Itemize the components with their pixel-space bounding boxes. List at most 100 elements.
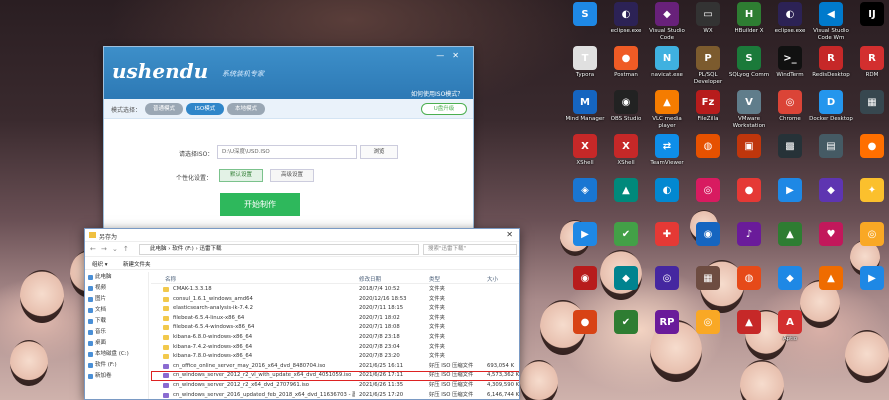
desktop-icon[interactable]: ⇄ TeamViewer [645,134,689,182]
nav-item[interactable]: 新加卷 [85,371,148,382]
desktop-icon[interactable]: A Aptio [768,310,812,358]
desktop-icon[interactable]: ▶ [768,178,812,226]
desktop-icon[interactable]: RP [645,310,689,358]
desktop-icon[interactable]: ✦ [850,178,889,226]
window-controls[interactable]: —✕ [436,51,467,60]
desktop-icon[interactable]: ● [727,178,771,226]
desktop-icon[interactable]: S [563,2,607,50]
desktop-icon[interactable]: ▭ WX [686,2,730,50]
forward-icon[interactable]: → [101,245,107,253]
nav-item[interactable]: 此电脑 [85,272,148,283]
nav-item[interactable]: 本地磁盘 (C:) [85,349,148,360]
desktop-icon[interactable]: ◎ [686,310,730,358]
file-row[interactable]: kibana-7.8.0-windows-x86_64 2020/7/8 23:2… [151,352,519,362]
desktop-icon[interactable]: M Mind Manager [563,90,607,138]
organize-button[interactable]: 组织 ▾ [92,260,108,268]
desktop-icon[interactable]: ◉ OBS Studio [604,90,648,138]
desktop-icon[interactable]: ▣ [727,134,771,182]
back-icon[interactable]: ← [90,245,96,253]
desktop-icon[interactable]: ● [563,310,607,358]
desktop-icon[interactable]: D Docker Desktop [809,90,853,138]
file-row[interactable]: cn_windows_server_2016_updated_feb_2018_… [151,391,519,399]
nav-item[interactable]: 视频 [85,283,148,294]
mode-tab-normal[interactable]: 普通模式 [145,103,183,115]
file-row[interactable]: elasticsearch-analysis-ik-7.4.2 2020/7/11… [151,304,519,314]
advanced-settings-button[interactable]: 高级设置 [270,169,314,182]
file-row[interactable]: filebeat-6.5.4-linux-x86_64 2020/7/1 18:0… [151,314,519,324]
iso-help-link[interactable]: 如何使用ISO模式？ [411,89,463,98]
column-name[interactable]: 名称 [165,275,176,283]
desktop-icon[interactable]: ◉ [563,266,607,314]
desktop-icon[interactable]: ✔ [604,222,648,270]
nav-item[interactable]: 桌面 [85,338,148,349]
desktop-icon[interactable]: ▶ [563,222,607,270]
desktop-icon[interactable]: V VMware Workstation [727,90,771,138]
desktop-icon[interactable]: S SQLyog Comm [727,46,771,94]
desktop-icon[interactable]: H HBuilder X [727,2,771,50]
mode-tab-iso[interactable]: ISO模式 [186,103,224,115]
file-row[interactable]: cn_windows_server_2012_r2_vl_with_update… [151,371,519,381]
desktop-icon[interactable]: ◍ [686,134,730,182]
desktop-icon[interactable]: ▲ [768,222,812,270]
desktop-icon[interactable]: ♥ [809,222,853,270]
nav-item[interactable]: 音乐 [85,327,148,338]
desktop-icon[interactable]: ◐ eclipse.exe [768,2,812,50]
desktop-icon[interactable]: ▲ [727,310,771,358]
file-row[interactable]: filebeat-6.5.4-windows-x86_64 2020/7/1 18… [151,323,519,333]
desktop-icon[interactable]: ✚ [645,222,689,270]
file-row[interactable]: kibana-7.4.2-windows-x86_64 2020/7/8 23:0… [151,343,519,353]
recent-icon[interactable]: ⌄ [112,245,118,253]
desktop-icon[interactable]: ◐ [645,178,689,226]
desktop-icon[interactable]: ◉ [686,222,730,270]
desktop-icon[interactable]: ▩ [768,134,812,182]
desktop-icon[interactable]: ◐ eclipse.exe [604,2,648,50]
desktop-icon[interactable]: ◎ [850,222,889,270]
desktop-icon[interactable]: ▲ VLC media player [645,90,689,138]
usb-upgrade-button[interactable]: U盘升级 [421,103,467,115]
desktop-icon[interactable]: ◎ [686,178,730,226]
desktop-icon[interactable]: ▦ [686,266,730,314]
desktop-icon[interactable]: ◆ Visual Studio Code [645,2,689,50]
desktop-icon[interactable]: ▦ [850,90,889,138]
desktop-icon[interactable]: ✔ [604,310,648,358]
desktop-icon[interactable]: ◈ [563,178,607,226]
nav-item[interactable]: 图片 [85,294,148,305]
iso-path-input[interactable]: D:\U深度\USD.ISO [217,145,357,159]
column-date[interactable]: 修改日期 [359,275,381,283]
desktop-icon[interactable]: ● [850,134,889,182]
file-row[interactable]: CMAK-1.3.3.18 2018/7/4 10:52 文件夹 [151,285,519,295]
desktop-icon[interactable]: Nnavicat.exe [645,46,689,94]
nav-item[interactable]: 下载 [85,316,148,327]
file-row[interactable]: kibana-6.8.0-windows-x86_64 2020/7/8 23:1… [151,333,519,343]
mode-tab-local[interactable]: 本地模式 [227,103,265,115]
desktop-icon[interactable]: >_ WindTerm [768,46,812,94]
desktop-icon[interactable]: ◆ [809,178,853,226]
search-input[interactable]: 搜索"迅雷下载" [423,244,517,255]
desktop-icon[interactable]: ▶ [850,266,889,314]
desktop-icon[interactable]: X XShell [604,134,648,182]
desktop-icon[interactable]: ● Postman [604,46,648,94]
file-row[interactable]: cn_office_online_server_may_2016_x64_dvd… [151,362,519,372]
column-type[interactable]: 类型 [429,275,440,283]
breadcrumb[interactable]: 此电脑 › 软件 (F:) › 迅雷下载 [139,244,419,255]
desktop-icon[interactable]: ▲ [604,178,648,226]
desktop-icon[interactable]: T Typora [563,46,607,94]
new-folder-button[interactable]: 新建文件夹 [123,260,151,268]
desktop-icon[interactable]: X XShell [563,134,607,182]
up-icon[interactable]: ↑ [123,245,129,253]
desktop-icon[interactable]: ◀ Visual Studio Code Wm [809,2,853,50]
column-size[interactable]: 大小 [487,275,498,283]
nav-item[interactable]: 软件 (F:) [85,360,148,371]
start-make-button[interactable]: 开始制作 [220,193,300,216]
close-icon[interactable]: ✕ [506,230,513,239]
desktop-icon[interactable]: ♪ [727,222,771,270]
desktop-icon[interactable]: ▤ [809,134,853,182]
file-row[interactable]: cn_windows_server_2012_r2_x64_dvd_270796… [151,381,519,391]
desktop-icon[interactable]: ◆ [768,266,812,314]
desktop-icon[interactable]: R RDM [850,46,889,94]
browse-button[interactable]: 浏览 [360,145,398,159]
desktop-icon[interactable]: IJ [850,2,889,50]
desktop-icon[interactable]: P PL/SQL Developer [686,46,730,94]
desktop-icon[interactable]: Fz FileZilla [686,90,730,138]
desktop-icon[interactable]: R RedisDesktop [809,46,853,94]
